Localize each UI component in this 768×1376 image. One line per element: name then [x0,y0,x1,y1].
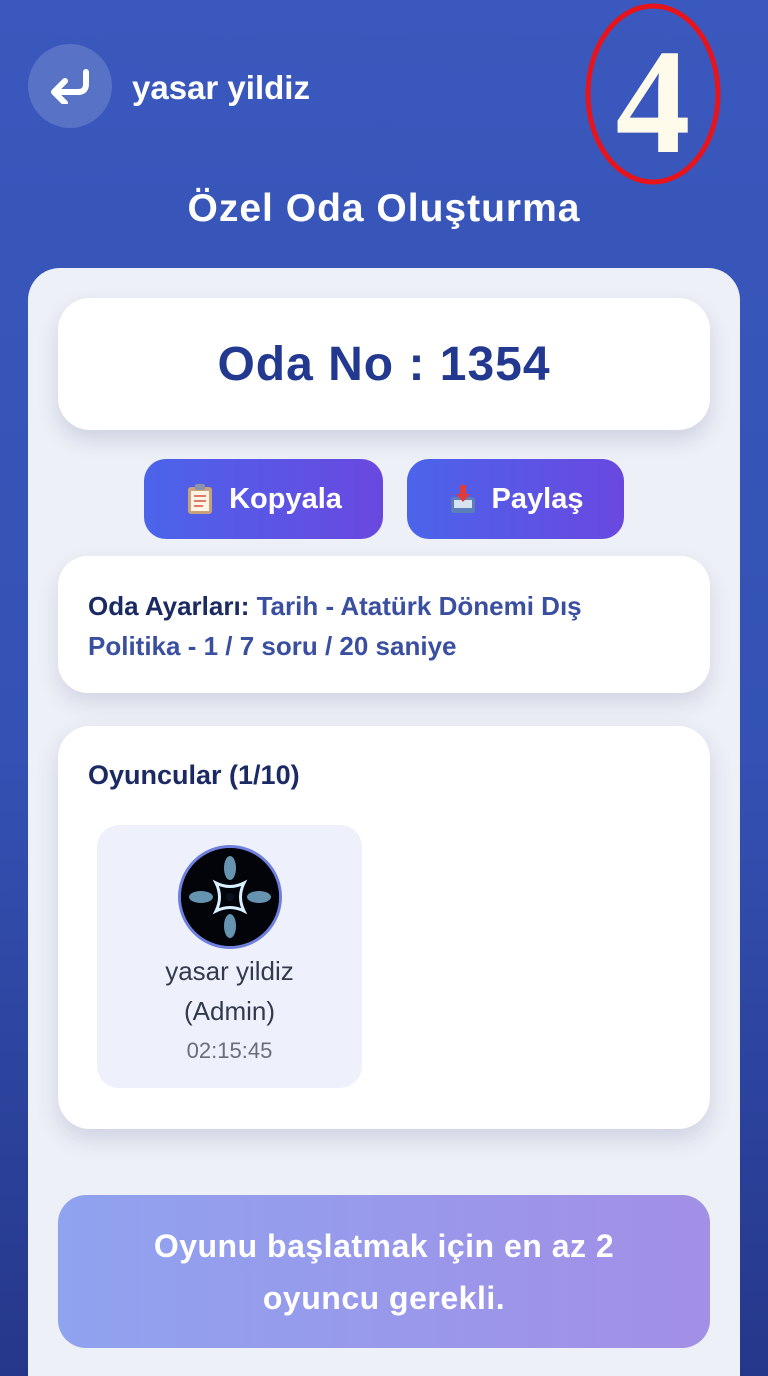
room-number-card: Oda No : 1354 [58,298,710,430]
room-settings-card: Oda Ayarları: Tarih - Atatürk Dönemi Dış… [58,556,710,693]
back-button[interactable] [28,44,112,128]
header-username: yasar yildiz [132,69,310,106]
players-card: Oyuncular (1/10) yasar yildiz (Admin) 02… [58,726,710,1129]
players-title: Oyuncular (1/10) [88,760,300,790]
room-number: Oda No : 1354 [217,337,551,391]
overlay-number: 4 [616,19,691,185]
abstract-star-avatar [181,848,279,946]
overlay-number-badge: 4 [585,3,721,185]
share-button[interactable]: Paylaş [407,459,624,539]
return-arrow-icon [51,69,89,104]
player-time: 02:15:45 [186,1038,273,1063]
page-title: Özel Oda Oluşturma [187,187,581,230]
clipboard-icon [188,484,213,514]
share-button-label: Paylaş [491,482,584,515]
start-game-notice: Oyunu başlatmak için en az 2 oyuncu gere… [58,1195,710,1348]
player-role: (Admin) [183,996,275,1026]
settings-label: Oda Ayarları: [88,591,250,621]
inbox-tray-icon [450,485,475,513]
player-name: yasar yildiz [165,956,294,986]
copy-button[interactable]: Kopyala [144,459,383,539]
player-card[interactable]: yasar yildiz (Admin) 02:15:45 [97,825,362,1088]
copy-button-label: Kopyala [229,482,342,515]
player-avatar [178,845,282,949]
